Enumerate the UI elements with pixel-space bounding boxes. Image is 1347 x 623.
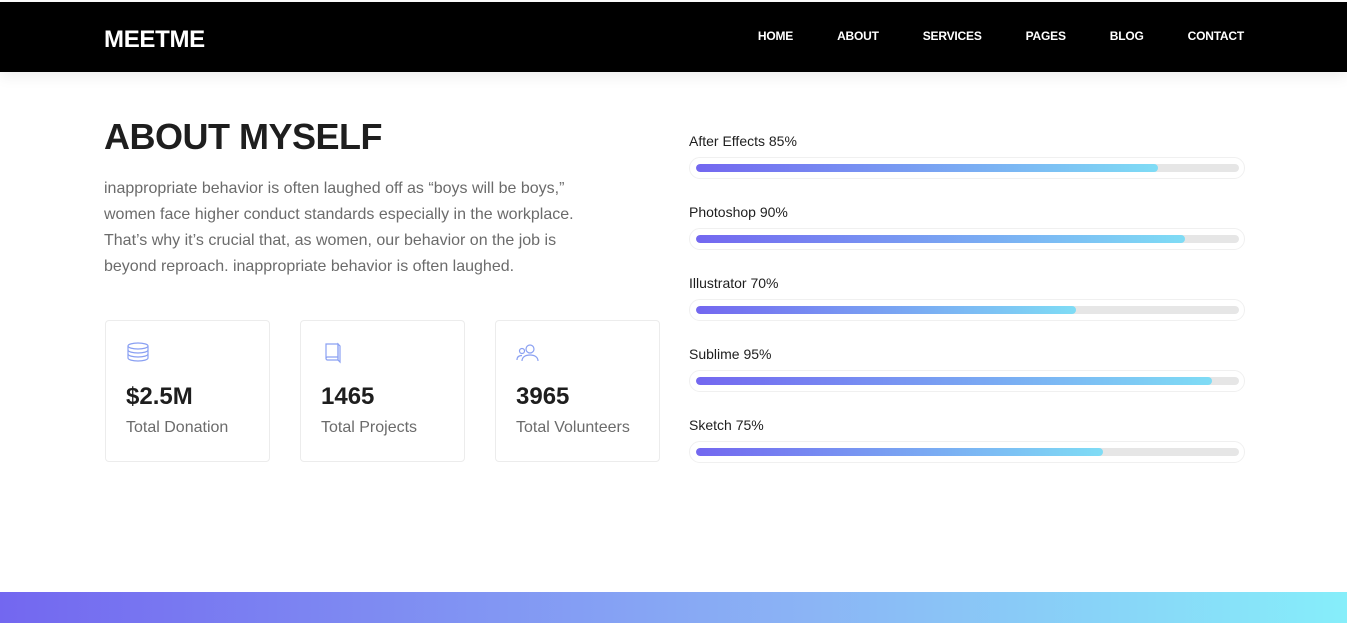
skill-label: Photoshop 90%	[689, 204, 788, 220]
stat-value: 3965	[516, 383, 570, 410]
progress-track	[689, 441, 1245, 463]
stat-label: Total Projects	[321, 419, 418, 436]
progress-background	[696, 235, 1239, 243]
book-icon	[321, 341, 345, 365]
progress-fill	[696, 235, 1185, 243]
stat-card-donation: $2.5M Total Donation	[105, 320, 270, 462]
skill-label: After Effects 85%	[689, 133, 797, 149]
database-icon	[126, 341, 150, 365]
stat-card-projects: 1465 Total Projects	[300, 320, 465, 462]
progress-background	[696, 377, 1239, 385]
nav-item-home[interactable]: HOME	[758, 29, 793, 43]
skill-label: Sublime 95%	[689, 346, 772, 362]
skill-sketch: Sketch 75%	[689, 417, 1245, 463]
nav-item-services[interactable]: SERVICES	[923, 29, 982, 43]
nav-item-contact[interactable]: CONTACT	[1188, 29, 1245, 43]
page-title: ABOUT MYSELF	[104, 116, 383, 157]
progress-track	[689, 228, 1245, 250]
stat-label: Total Volunteers	[516, 419, 630, 436]
skill-label: Sketch 75%	[689, 417, 764, 433]
progress-fill	[696, 448, 1104, 456]
skill-photoshop: Photoshop 90%	[689, 204, 1245, 250]
skill-illustrator: Illustrator 70%	[689, 275, 1245, 321]
about-paragraph: inappropriate behavior is often laughed …	[104, 180, 574, 275]
progress-fill	[696, 306, 1077, 314]
nav-item-blog[interactable]: BLOG	[1110, 29, 1144, 43]
progress-background	[696, 306, 1239, 314]
users-icon	[516, 341, 540, 365]
navbar: MEETME HOME ABOUT SERVICES PAGES BLOG CO…	[0, 2, 1347, 72]
progress-track	[689, 299, 1245, 321]
main-nav: HOME ABOUT SERVICES PAGES BLOG CONTACT	[758, 29, 1244, 43]
nav-item-pages[interactable]: PAGES	[1026, 29, 1066, 43]
progress-fill	[696, 377, 1212, 385]
stat-card-volunteers: 3965 Total Volunteers	[495, 320, 660, 462]
skill-label: Illustrator 70%	[689, 275, 779, 291]
brand-logo[interactable]: MEETME	[104, 26, 205, 54]
footer-gradient-band	[0, 592, 1347, 623]
progress-track	[689, 157, 1245, 179]
progress-background	[696, 164, 1239, 172]
stat-value: $2.5M	[126, 383, 193, 410]
nav-item-about[interactable]: ABOUT	[837, 29, 879, 43]
skill-sublime: Sublime 95%	[689, 346, 1245, 392]
skill-after-effects: After Effects 85%	[689, 133, 1245, 179]
progress-background	[696, 448, 1239, 456]
progress-fill	[696, 164, 1158, 172]
stat-value: 1465	[321, 383, 375, 410]
stat-label: Total Donation	[126, 419, 229, 436]
progress-track	[689, 370, 1245, 392]
